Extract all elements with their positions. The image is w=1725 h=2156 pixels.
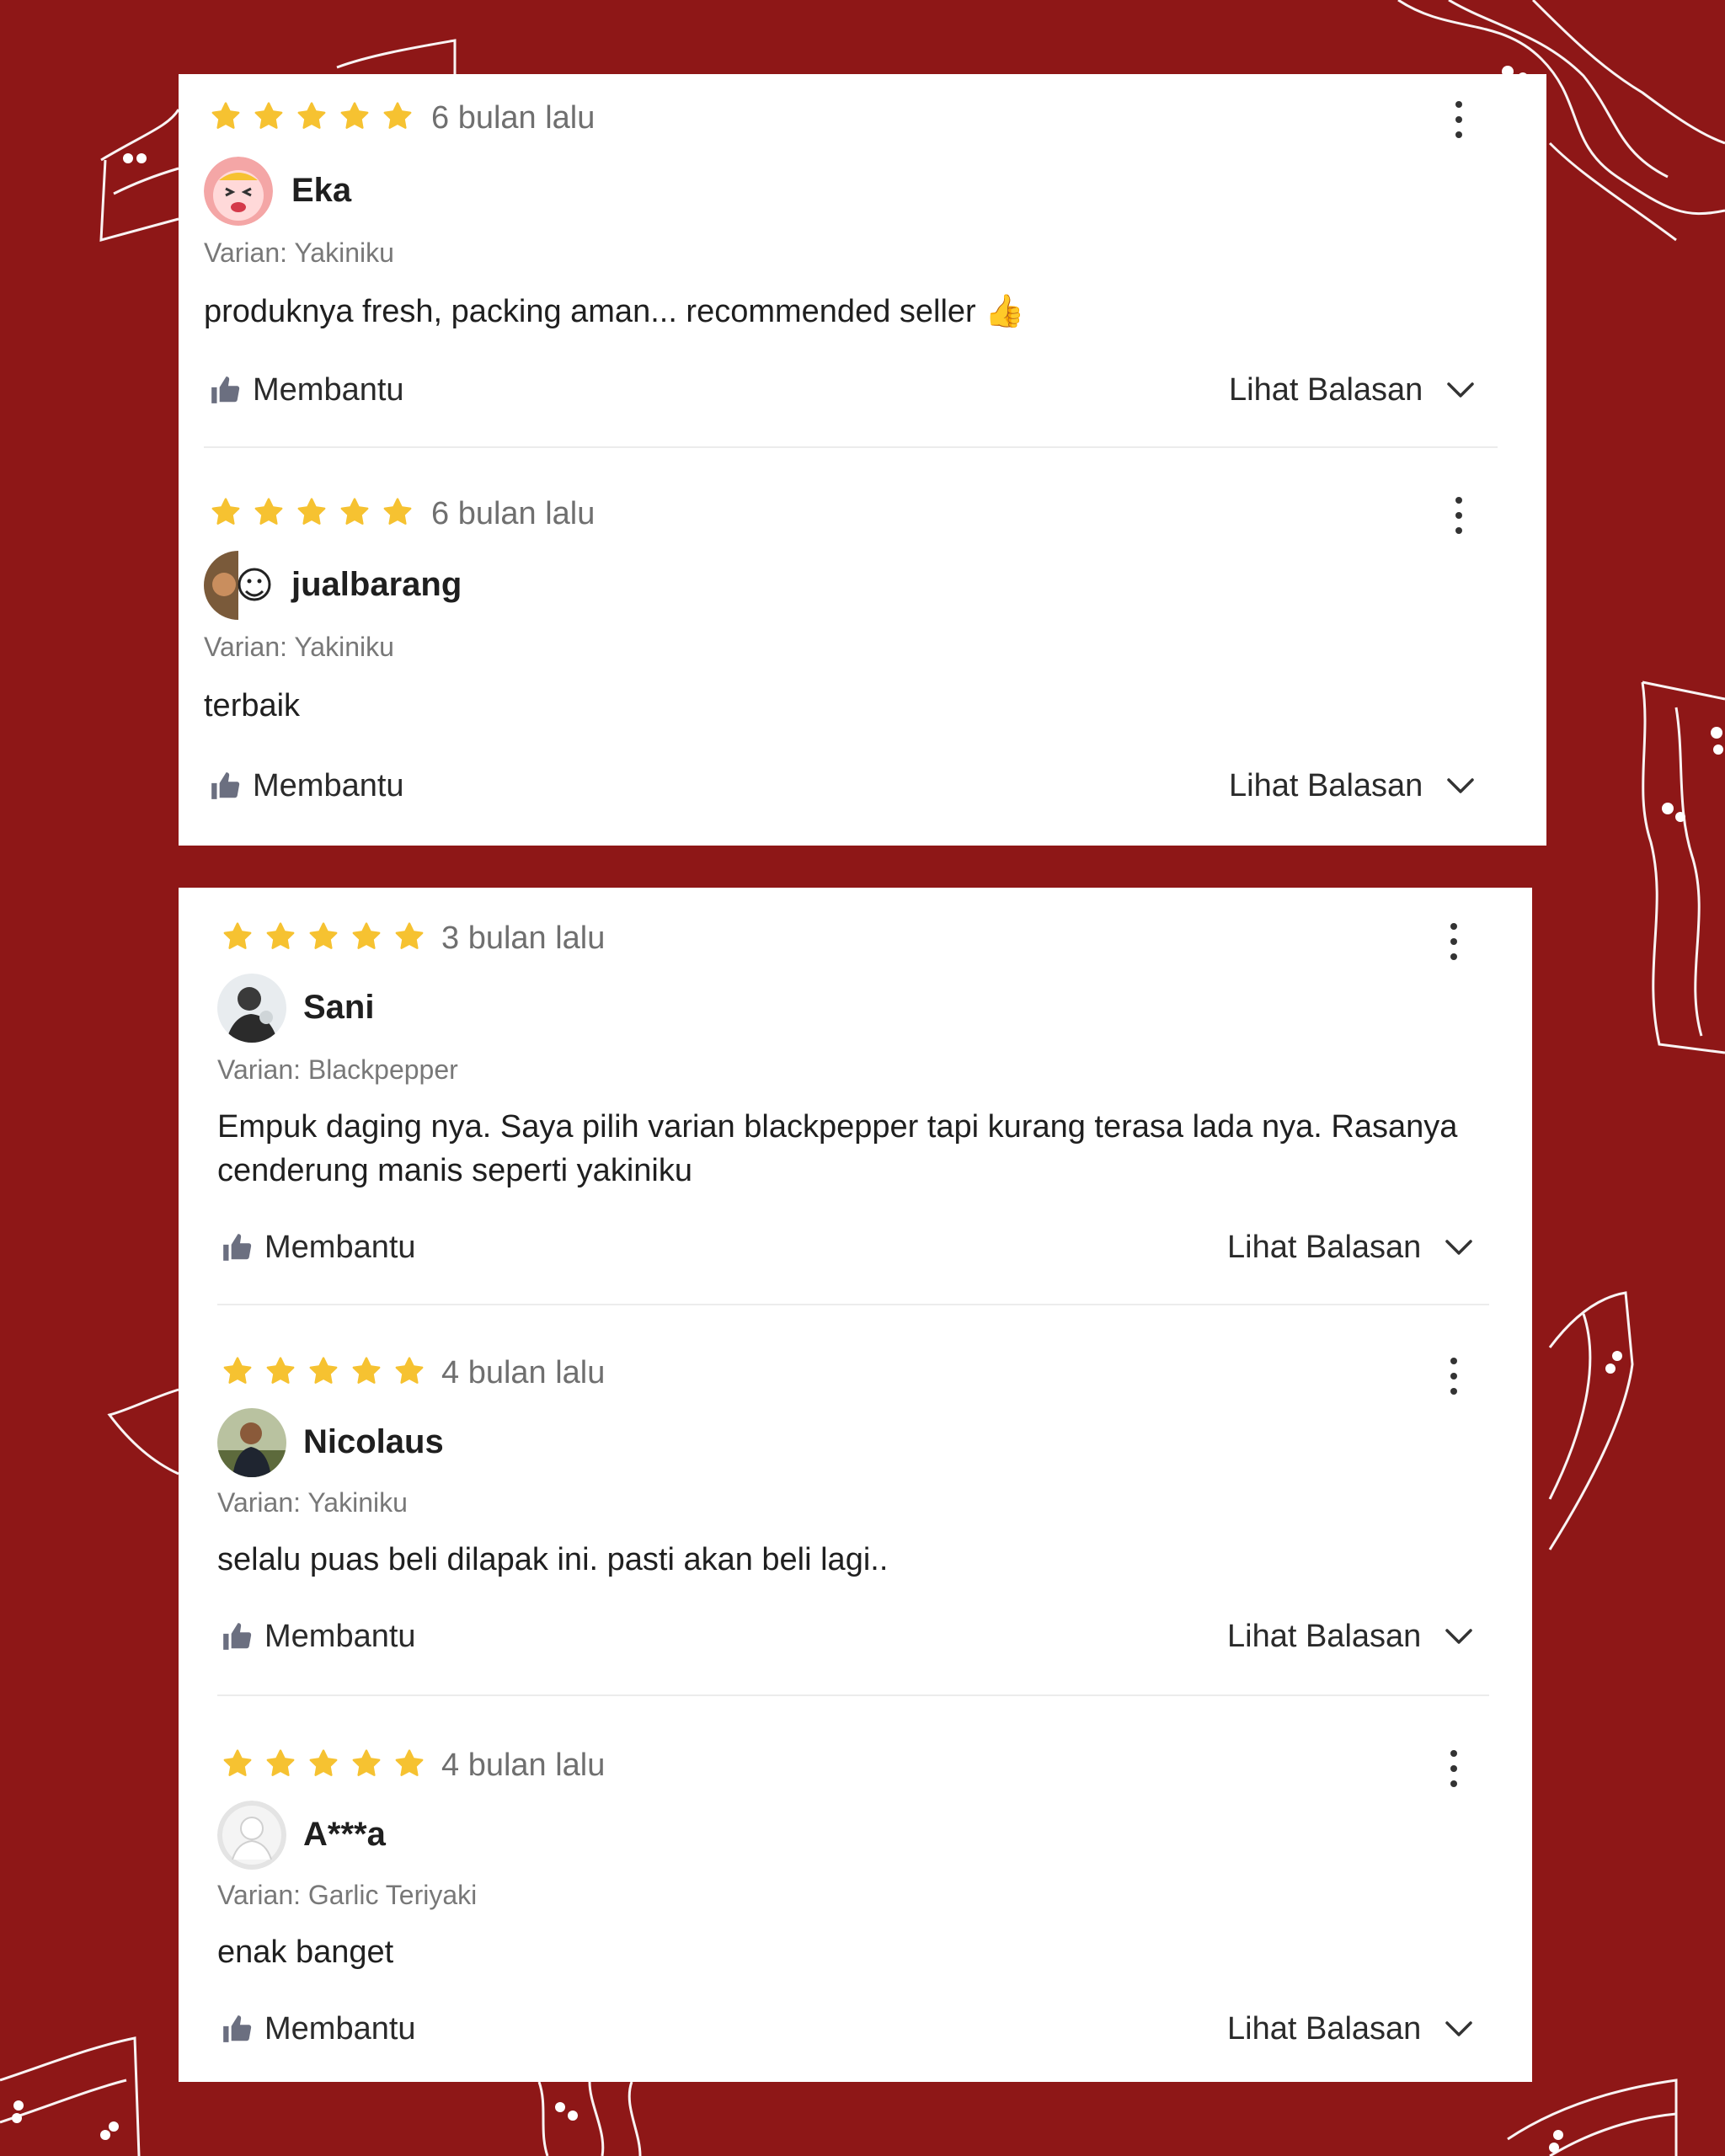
review-text: Empuk daging nya. Saya pilih varian blac… [217, 1109, 1458, 1188]
chevron-down-icon [1447, 778, 1475, 793]
review-time: 6 bulan lalu [431, 100, 595, 136]
variant-label: Varian: Yakiniku [217, 1487, 408, 1518]
star-icon [254, 498, 283, 525]
star-icon [395, 1357, 424, 1384]
variant-label: Varian: Blackpepper [217, 1054, 458, 1085]
star-icon [297, 498, 326, 525]
variant-label: Varian: Yakiniku [204, 632, 394, 662]
star-icon [395, 922, 424, 949]
view-replies-button[interactable]: Lihat Balasan [1229, 770, 1475, 802]
reviewer-name[interactable]: A***a [303, 1817, 386, 1851]
review-time: 4 bulan lalu [441, 1355, 606, 1390]
view-replies-label: Lihat Balasan [1229, 372, 1423, 408]
review-card-2: 3 bulan lalu Sani Varian: Blackpepper Em… [179, 888, 1532, 2082]
thumbs-up-icon [223, 1234, 252, 1261]
star-icon [266, 1749, 295, 1776]
user-avatar [217, 974, 286, 1043]
star-icon [383, 498, 412, 525]
review-item: 4 bulan lalu A***a Varian: Garlic Teriya… [179, 1696, 1532, 2082]
chevron-down-icon [1445, 1240, 1473, 1255]
rating-stars [209, 99, 414, 133]
star-icon [395, 1749, 424, 1776]
reviewer-name[interactable]: jualbarang [291, 568, 462, 601]
star-icon [309, 1357, 338, 1384]
star-icon [383, 102, 412, 129]
variant-label: Varian: Yakiniku [204, 237, 394, 268]
star-icon [352, 1357, 381, 1384]
helpful-label: Membantu [264, 2011, 416, 2047]
variant-label: Varian: Garlic Teriyaki [217, 1880, 478, 1910]
helpful-label: Membantu [264, 1619, 416, 1654]
user-avatar [204, 157, 273, 226]
view-replies-button[interactable]: Lihat Balasan [1227, 2013, 1473, 2045]
star-icon [266, 922, 295, 949]
review-text: produknya fresh, packing aman... recomme… [204, 294, 1025, 329]
user-avatar [217, 1801, 286, 1870]
star-icon [211, 498, 240, 525]
chevron-down-icon [1445, 1629, 1473, 1644]
reviewer-name[interactable]: Sani [303, 990, 374, 1024]
chevron-down-icon [1445, 2021, 1473, 2036]
helpful-button[interactable]: Membantu [221, 1231, 416, 1263]
view-replies-label: Lihat Balasan [1227, 1619, 1422, 1654]
helpful-button[interactable]: Membantu [209, 770, 404, 802]
star-icon [309, 922, 338, 949]
rating-stars [221, 1747, 426, 1780]
review-text: terbaik [204, 688, 301, 723]
thumbs-up-icon [211, 376, 240, 403]
review-time: 3 bulan lalu [441, 921, 606, 956]
more-options-icon[interactable] [1437, 1353, 1471, 1400]
star-icon [340, 102, 369, 129]
thumbs-up-icon [223, 2015, 252, 2042]
view-replies-label: Lihat Balasan [1227, 1230, 1422, 1265]
star-icon [223, 922, 252, 949]
star-icon [223, 1749, 252, 1776]
more-options-icon[interactable] [1442, 492, 1476, 539]
star-icon [211, 102, 240, 129]
review-time: 6 bulan lalu [431, 496, 595, 531]
review-item: 4 bulan lalu Nicolaus Varian: Yakiniku s… [179, 1305, 1532, 1696]
review-card-1: 6 bulan lalu Eka Varian: Yakiniku produk… [179, 74, 1546, 846]
star-icon [340, 498, 369, 525]
view-replies-button[interactable]: Lihat Balasan [1227, 1231, 1473, 1263]
helpful-button[interactable]: Membantu [221, 2013, 416, 2045]
more-options-icon[interactable] [1437, 1745, 1471, 1792]
review-item: 6 bulan lalu jualbarang Varian: Yakiniku… [179, 470, 1546, 846]
more-options-icon[interactable] [1437, 918, 1471, 965]
review-item: 6 bulan lalu Eka Varian: Yakiniku produk… [179, 74, 1546, 448]
user-avatar [204, 551, 273, 620]
helpful-label: Membantu [253, 768, 404, 803]
view-replies-button[interactable]: Lihat Balasan [1229, 374, 1475, 406]
helpful-button[interactable]: Membantu [221, 1620, 416, 1652]
thumbs-up-icon [223, 1623, 252, 1650]
chevron-down-icon [1447, 382, 1475, 398]
review-item: 3 bulan lalu Sani Varian: Blackpepper Em… [179, 888, 1532, 1305]
star-icon [266, 1357, 295, 1384]
divider [204, 446, 1498, 448]
review-text: selalu puas beli dilapak ini. pasti akan… [217, 1542, 889, 1577]
reviewer-name[interactable]: Eka [291, 173, 351, 207]
review-text: enak banget [217, 1935, 394, 1970]
helpful-label: Membantu [264, 1230, 416, 1265]
rating-stars [221, 1354, 426, 1388]
star-icon [352, 922, 381, 949]
view-replies-button[interactable]: Lihat Balasan [1227, 1620, 1473, 1652]
view-replies-label: Lihat Balasan [1227, 2011, 1422, 2047]
star-icon [352, 1749, 381, 1776]
view-replies-label: Lihat Balasan [1229, 768, 1423, 803]
rating-stars [221, 920, 426, 953]
rating-stars [209, 495, 414, 529]
review-time: 4 bulan lalu [441, 1748, 606, 1783]
helpful-button[interactable]: Membantu [209, 374, 404, 406]
helpful-label: Membantu [253, 372, 404, 408]
thumbs-up-icon [211, 772, 240, 799]
user-avatar [217, 1408, 286, 1477]
reviewer-name[interactable]: Nicolaus [303, 1425, 444, 1459]
star-icon [297, 102, 326, 129]
star-icon [254, 102, 283, 129]
star-icon [309, 1749, 338, 1776]
star-icon [223, 1357, 252, 1384]
more-options-icon[interactable] [1442, 96, 1476, 143]
